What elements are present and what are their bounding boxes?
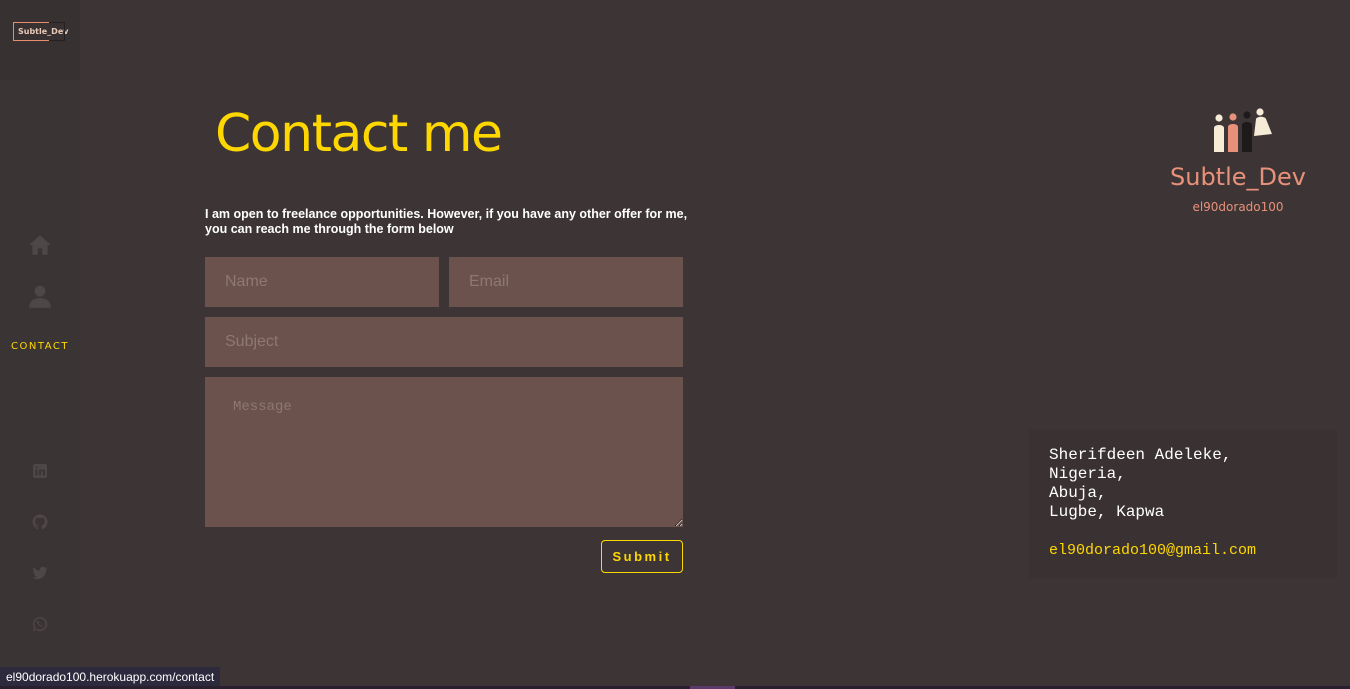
subject-input[interactable] [205,317,683,367]
status-bar-url: el90dorado100.herokuapp.com/contact [0,667,221,687]
address-line: Sherifdeen Adeleke, [1049,446,1232,464]
nav-contact-link[interactable]: CONTACT [0,341,80,352]
whatsapp-icon[interactable] [32,616,48,632]
brand-figures-icon [1214,108,1272,152]
address-line: Abuja, [1049,484,1107,502]
twitter-icon[interactable] [32,565,48,581]
brand-name: Subtle_Dev [1170,163,1306,191]
home-icon[interactable] [27,232,53,258]
page: Subtle_Dev CONTACT Contact me I am open … [0,0,1350,689]
logo-area[interactable]: Subtle_Dev [0,0,80,80]
github-icon[interactable] [32,514,48,530]
page-title: Contact me [215,104,503,164]
user-icon[interactable] [27,283,53,309]
submit-button[interactable]: Submit [601,540,683,573]
logo[interactable]: Subtle_Dev [13,22,68,41]
contact-email-link[interactable]: el90dorado100@gmail.com [1049,542,1256,559]
address-card: Sherifdeen Adeleke, Nigeria, Abuja, Lugb… [1029,430,1337,578]
address-line: Lugbe, Kapwa [1049,503,1165,521]
linkedin-icon[interactable] [32,463,48,479]
name-input[interactable] [205,257,439,307]
message-textarea[interactable] [205,377,683,527]
email-input[interactable] [449,257,683,307]
intro-text: I am open to freelance opportunities. Ho… [205,207,688,236]
sidebar: Subtle_Dev CONTACT [0,0,80,689]
address-line: Nigeria, [1049,465,1126,483]
brand-handle: el90dorado100 [1192,200,1284,214]
